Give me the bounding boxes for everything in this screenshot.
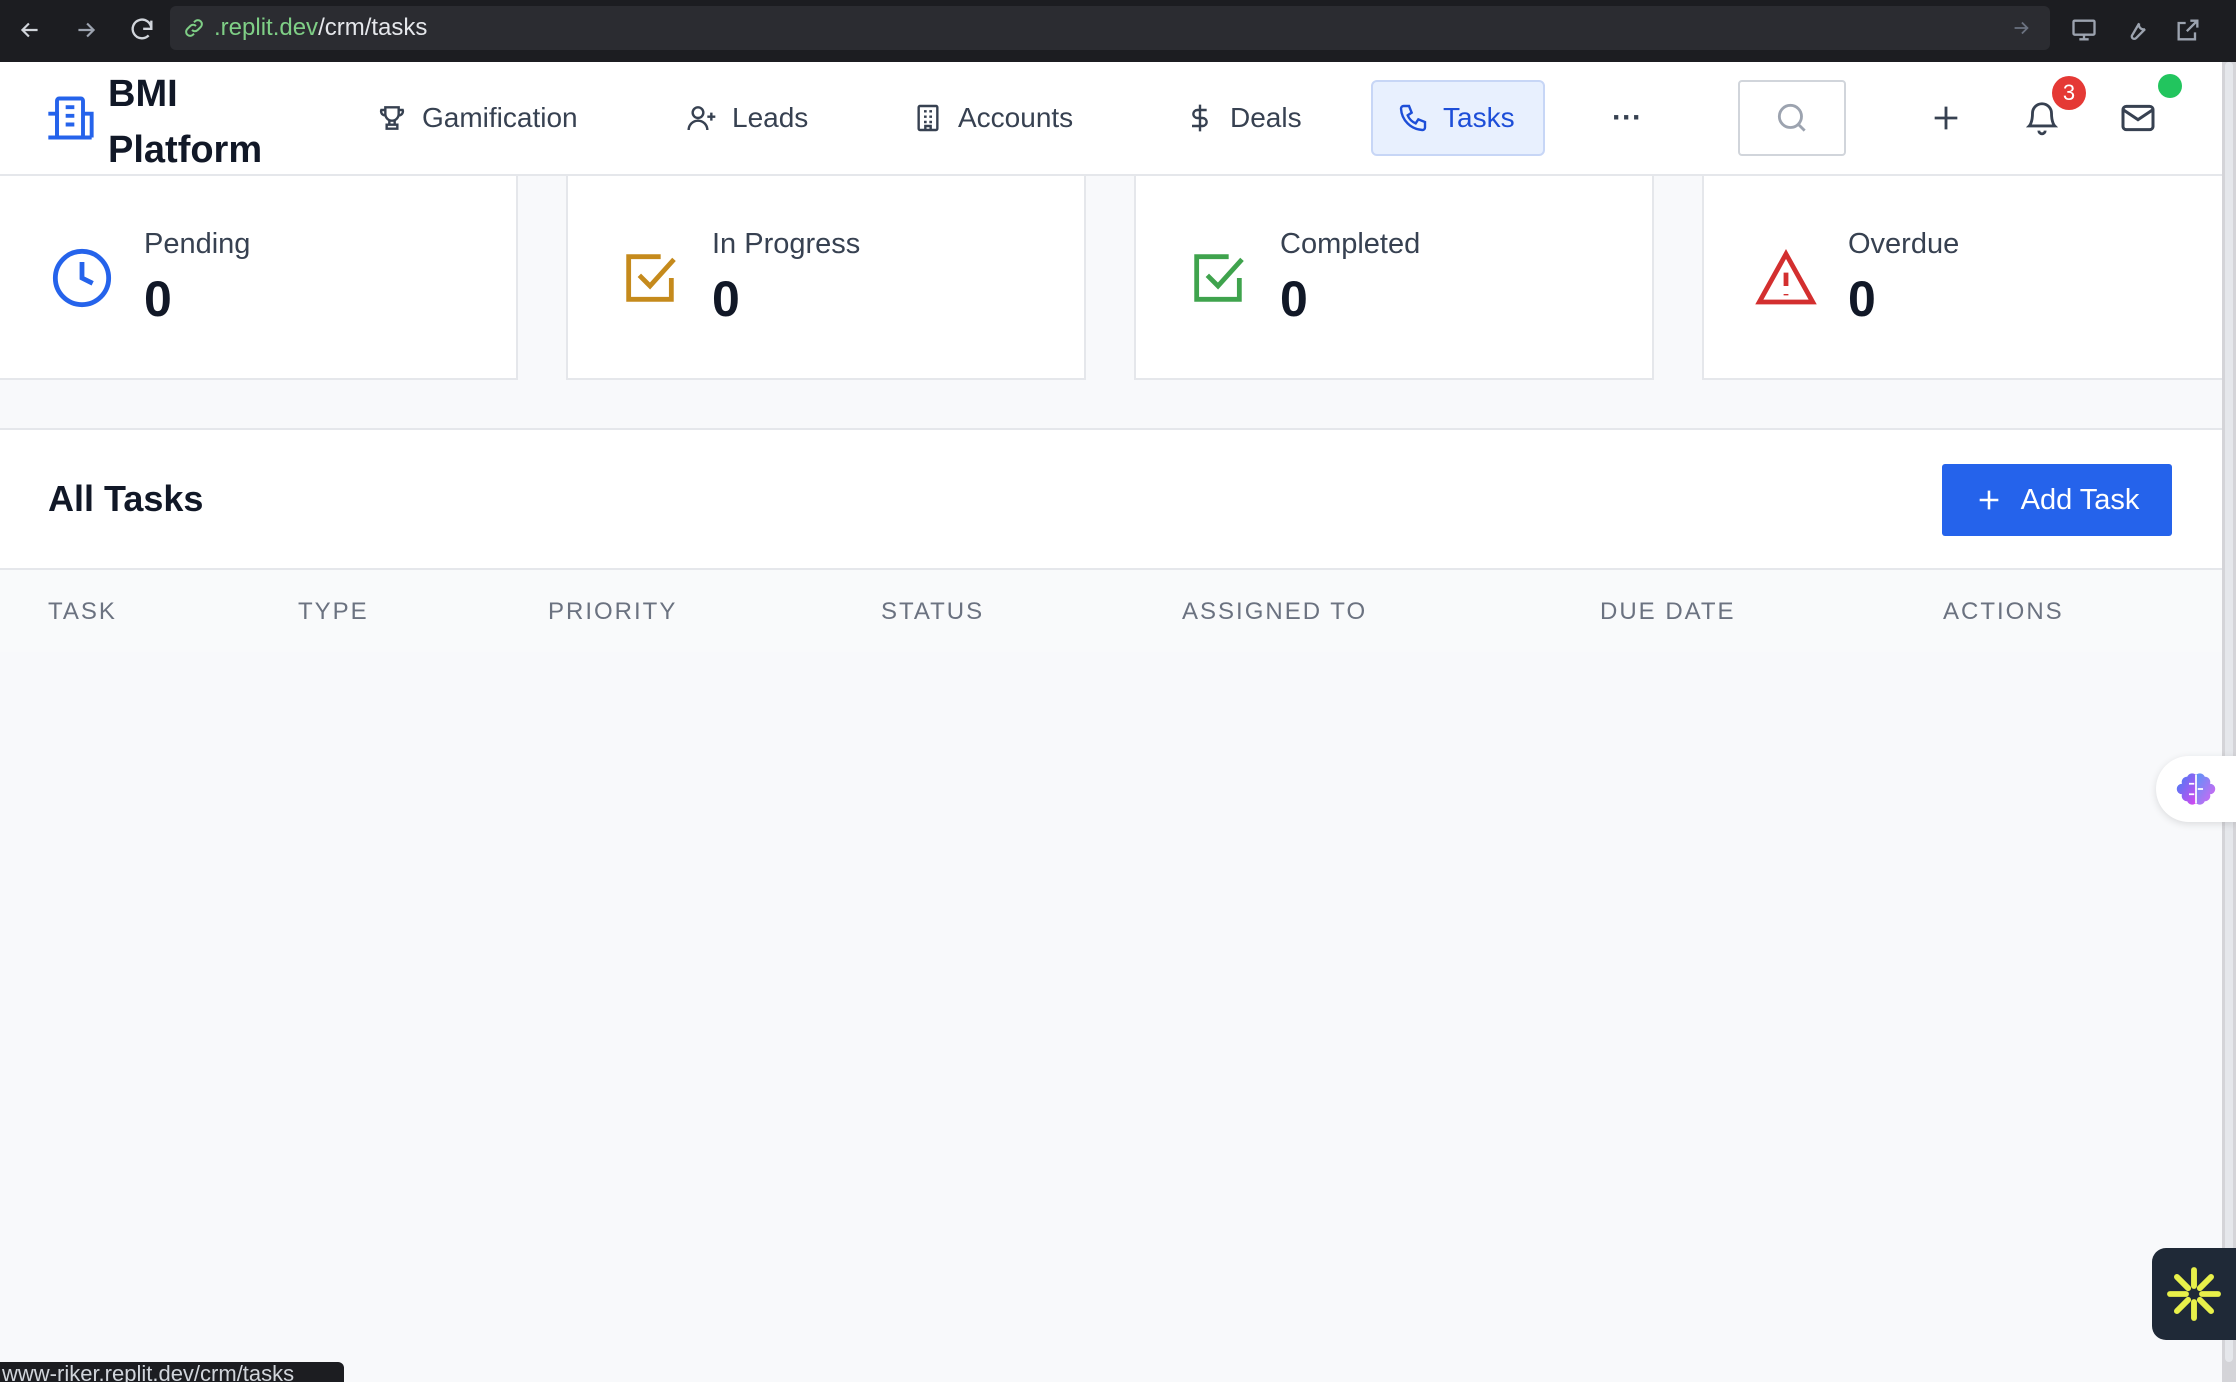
user-plus-icon (687, 106, 716, 131)
app-header: BMI Platform Gamification Leads Accounts… (0, 62, 2222, 176)
building-logo-icon[interactable] (44, 92, 96, 144)
search-icon (1777, 103, 1806, 132)
online-status-dot (2158, 74, 2182, 98)
warning-icon (1755, 249, 1817, 305)
column-header-status[interactable]: STATUS (881, 598, 984, 626)
stat-label: Completed (1280, 228, 1421, 260)
column-header-assigned-to[interactable]: ASSIGNED TO (1182, 598, 1367, 626)
clock-icon (52, 248, 112, 308)
stat-value: 0 (1848, 271, 1876, 327)
page-scrollbar[interactable] (2222, 62, 2236, 1382)
browser-toolbar: .replit.dev/crm/tasks (0, 0, 2236, 62)
stat-card-overdue: Overdue 0 (1702, 176, 2232, 380)
trophy-icon (379, 106, 405, 130)
address-bar[interactable]: .replit.dev/crm/tasks (170, 6, 2050, 50)
phone-icon (1399, 104, 1427, 132)
open-external-button[interactable] (2170, 12, 2206, 48)
nav-tasks[interactable]: Tasks (1371, 80, 1545, 156)
nav-deals[interactable]: Deals (1160, 80, 1326, 156)
link-icon (185, 19, 203, 37)
checkbox-icon (626, 254, 676, 302)
stat-card-in-progress: In Progress 0 (566, 176, 1086, 380)
search-input[interactable] (1738, 80, 1846, 156)
bell-icon (2025, 102, 2059, 136)
nav-label: Tasks (1443, 102, 1515, 133)
tools-button[interactable] (2118, 12, 2154, 48)
stat-value: 0 (1280, 271, 1308, 327)
plus-icon (1934, 106, 1958, 130)
external-link-icon (2177, 19, 2199, 41)
checkbox-icon (1194, 254, 1244, 302)
arrow-right-icon (78, 22, 96, 38)
notification-badge: 3 (2052, 76, 2086, 110)
devices-button[interactable] (2066, 12, 2102, 48)
reload-button[interactable] (124, 12, 160, 48)
column-header-priority[interactable]: PRIORITY (548, 598, 677, 626)
stat-card-completed: Completed 0 (1134, 176, 1654, 380)
sparkle-icon (2167, 1267, 2221, 1321)
building-icon (917, 104, 939, 132)
nav-label: Leads (732, 102, 809, 133)
reload-icon (131, 18, 153, 40)
add-task-label: Add Task (2020, 483, 2140, 516)
forward-button[interactable] (68, 12, 104, 48)
stat-label: Pending (144, 228, 251, 260)
nav-label: Accounts (958, 102, 1074, 133)
stat-value: 0 (144, 271, 172, 327)
ai-assistant-button[interactable] (2156, 756, 2236, 822)
wrench-icon (2130, 22, 2146, 40)
stat-label: Overdue (1848, 228, 1960, 260)
dollar-icon (1192, 104, 1208, 132)
mail-icon (2121, 104, 2155, 132)
assistant-spark-button[interactable] (2152, 1248, 2236, 1340)
go-arrow-icon (2014, 21, 2029, 35)
column-header-actions[interactable]: ACTIONS (1943, 598, 2064, 626)
tasks-panel: All Tasks Add Task TASK TYPE PRIORITY ST… (0, 428, 2222, 652)
brand-name[interactable]: BMI Platform (108, 66, 308, 178)
nav-accounts[interactable]: Accounts (888, 80, 1097, 156)
plus-icon (1979, 490, 1998, 510)
tasks-table-header: TASK TYPE PRIORITY STATUS ASSIGNED TO DU… (0, 568, 2222, 652)
monitor-icon (2072, 19, 2096, 41)
nav-gamification[interactable]: Gamification (352, 80, 602, 156)
column-header-type[interactable]: TYPE (298, 598, 369, 626)
nav-label: Gamification (422, 102, 578, 133)
add-task-button[interactable]: Add Task (1942, 464, 2172, 536)
back-button[interactable] (12, 12, 48, 48)
url-path: /crm/tasks (318, 14, 428, 41)
tasks-title: All Tasks (48, 478, 204, 519)
nav-leads[interactable]: Leads (662, 80, 832, 156)
more-dots-icon: ··· (1612, 101, 1642, 134)
url-domain: .replit.dev (214, 14, 319, 41)
messages-button[interactable] (2108, 88, 2168, 148)
stat-label: In Progress (712, 228, 861, 260)
brain-icon (2176, 773, 2216, 805)
nav-label: Deals (1230, 102, 1302, 133)
column-header-due-date[interactable]: DUE DATE (1600, 598, 1736, 626)
link-status-tooltip: www-riker.replit.dev/crm/tasks (0, 1362, 344, 1382)
arrow-left-icon (20, 22, 38, 38)
quick-add-button[interactable] (1916, 88, 1976, 148)
column-header-task[interactable]: TASK (48, 598, 117, 626)
stat-value: 0 (712, 271, 740, 327)
more-nav-button[interactable]: ··· (1596, 80, 1658, 156)
stat-card-pending: Pending 0 (0, 176, 518, 380)
scrollbar-thumb[interactable] (2225, 62, 2233, 1362)
